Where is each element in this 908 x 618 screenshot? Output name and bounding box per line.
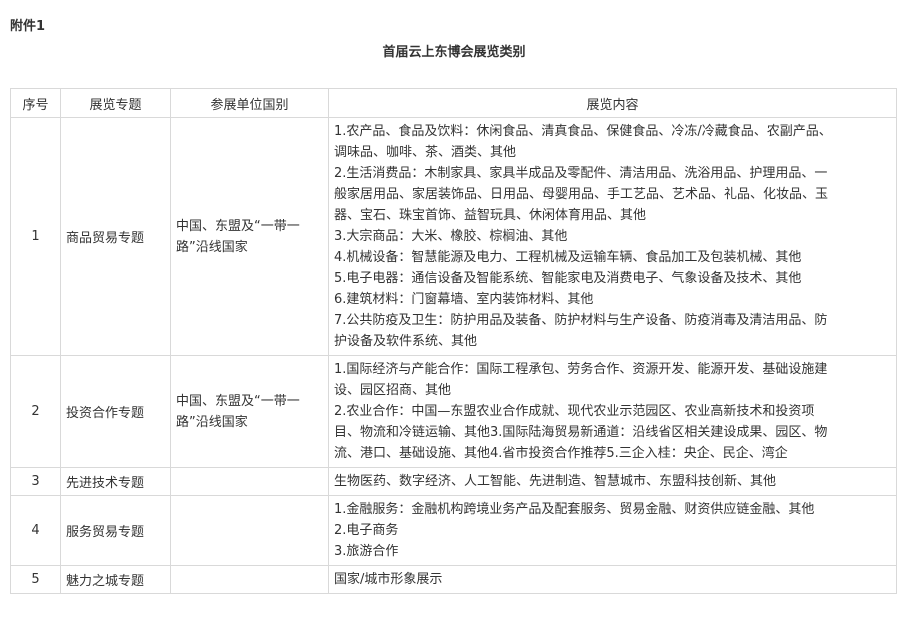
- row-content: 1.农产品、食品及饮料：休闲食品、清真食品、保健食品、冷冻/冷藏食品、农副产品、…: [328, 117, 897, 356]
- content-line: 1.金融服务：金融机构跨境业务产品及配套服务、贸易金融、财资供应链金融、其他: [334, 502, 815, 517]
- content-line: 7.公共防疫及卫生：防护用品及装备、防护材料与生产设备、防疫消毒及清洁用品、防: [334, 313, 828, 328]
- row-topic: 魅力之城专题: [60, 565, 171, 594]
- attachment-label: 附件1: [10, 19, 46, 34]
- content-line: 2.生活消费品：木制家具、家具半成品及零配件、清洁用品、洗浴用品、护理用品、一: [334, 166, 828, 181]
- content-line: 生物医药、数字经济、人工智能、先进制造、智慧城市、东盟科技创新、其他: [334, 474, 777, 489]
- page-title: 首届云上东博会展览类别: [382, 45, 526, 60]
- row-number: 5: [10, 565, 61, 594]
- content-line: 2.农业合作：中国—东盟农业合作成就、现代农业示范园区、农业高新技术和投资项: [334, 404, 815, 419]
- header-topic: 展览专题: [60, 88, 171, 118]
- row-content: 国家/城市形象展示: [328, 565, 897, 594]
- content-line: 3.旅游合作: [334, 544, 399, 559]
- content-line: 调味品、咖啡、茶、酒类、其他: [334, 145, 517, 160]
- table-header-row: 序号 展览专题 参展单位国别 展览内容: [10, 88, 897, 118]
- content-line: 1.农产品、食品及饮料：休闲食品、清真食品、保健食品、冷冻/冷藏食品、农副产品、: [334, 124, 832, 139]
- row-content: 生物医药、数字经济、人工智能、先进制造、智慧城市、东盟科技创新、其他: [328, 467, 897, 496]
- row-topic: 商品贸易专题: [60, 117, 171, 356]
- row-number: 2: [10, 355, 61, 468]
- table-row: 4 服务贸易专题 1.金融服务：金融机构跨境业务产品及配套服务、贸易金融、财资供…: [10, 495, 897, 566]
- content-line: 2.电子商务: [334, 523, 399, 538]
- content-line: 般家居用品、家居装饰品、日用品、母婴用品、手工艺品、艺术品、礼品、化妆品、玉: [334, 187, 829, 202]
- exhibition-category-table: 序号 展览专题 参展单位国别 展览内容 1 商品贸易专题 中国、东盟及“一带一路…: [10, 88, 897, 594]
- table-row: 3 先进技术专题 生物医药、数字经济、人工智能、先进制造、智慧城市、东盟科技创新…: [10, 467, 897, 496]
- content-line: 设、园区招商、其他: [334, 383, 452, 398]
- row-number: 4: [10, 495, 61, 566]
- row-number: 3: [10, 467, 61, 496]
- row-countries: 中国、东盟及“一带一路”沿线国家: [170, 355, 329, 468]
- table-row: 2 投资合作专题 中国、东盟及“一带一路”沿线国家 1.国际经济与产能合作：国际…: [10, 355, 897, 468]
- row-topic: 服务贸易专题: [60, 495, 171, 566]
- content-line: 目、物流和冷链运输、其他3.国际陆海贸易新通道：沿线省区相关建设成果、园区、物: [334, 425, 828, 440]
- header-no: 序号: [10, 88, 61, 118]
- content-line: 流、港口、基础设施、其他4.省市投资合作推荐5.三企入桂：央企、民企、湾企: [334, 446, 788, 461]
- content-line: 4.机械设备：智慧能源及电力、工程机械及运输车辆、食品加工及包装机械、其他: [334, 250, 802, 265]
- row-topic: 先进技术专题: [60, 467, 171, 496]
- content-line: 5.电子电器：通信设备及智能系统、智能家电及消费电子、气象设备及技术、其他: [334, 271, 802, 286]
- row-countries: [170, 565, 329, 594]
- row-content: 1.国际经济与产能合作：国际工程承包、劳务合作、资源开发、能源开发、基础设施建 …: [328, 355, 897, 468]
- row-countries: [170, 495, 329, 566]
- header-countries: 参展单位国别: [170, 88, 329, 118]
- content-line: 护设备及软件系统、其他: [334, 334, 478, 349]
- content-line: 6.建筑材料：门窗幕墙、室内装饰材料、其他: [334, 292, 594, 307]
- row-topic: 投资合作专题: [60, 355, 171, 468]
- table-row: 1 商品贸易专题 中国、东盟及“一带一路”沿线国家 1.农产品、食品及饮料：休闲…: [10, 117, 897, 356]
- header-content: 展览内容: [328, 88, 897, 118]
- row-content: 1.金融服务：金融机构跨境业务产品及配套服务、贸易金融、财资供应链金融、其他 2…: [328, 495, 897, 566]
- content-line: 国家/城市形象展示: [334, 572, 443, 587]
- content-line: 器、宝石、珠宝首饰、益智玩具、休闲体育用品、其他: [334, 208, 647, 223]
- content-line: 3.大宗商品：大米、橡胶、棕榈油、其他: [334, 229, 568, 244]
- row-countries: [170, 467, 329, 496]
- row-number: 1: [10, 117, 61, 356]
- table-row: 5 魅力之城专题 国家/城市形象展示: [10, 565, 897, 594]
- content-line: 1.国际经济与产能合作：国际工程承包、劳务合作、资源开发、能源开发、基础设施建: [334, 362, 828, 377]
- row-countries: 中国、东盟及“一带一路”沿线国家: [170, 117, 329, 356]
